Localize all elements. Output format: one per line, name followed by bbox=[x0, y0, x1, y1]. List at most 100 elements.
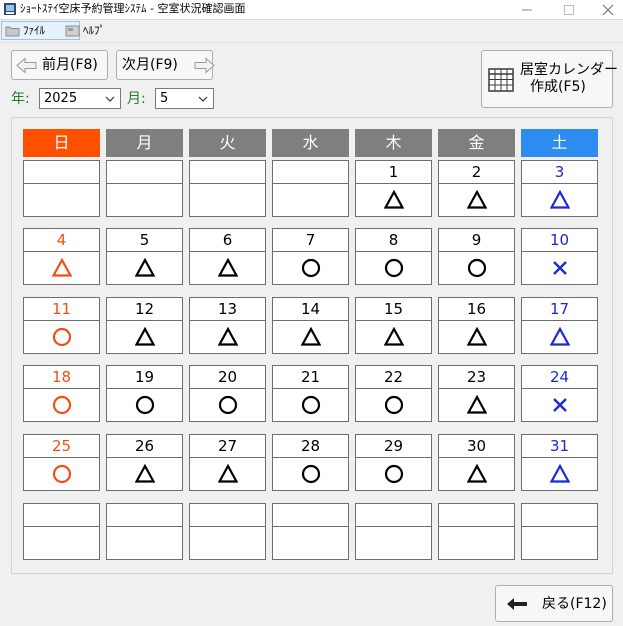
day-number: 5 bbox=[107, 229, 182, 252]
calendar-day-cell[interactable]: 11 bbox=[23, 297, 100, 354]
triangle-icon bbox=[467, 327, 487, 346]
availability-status bbox=[439, 252, 514, 284]
day-number: 4 bbox=[24, 229, 99, 252]
calendar-day-cell[interactable]: 24 bbox=[521, 365, 598, 422]
arrow-back-icon bbox=[507, 598, 527, 610]
calendar-day-cell[interactable]: 1 bbox=[355, 160, 432, 217]
calendar-day-cell[interactable]: 9 bbox=[438, 228, 515, 285]
cross-icon bbox=[553, 261, 567, 275]
calendar-day-cell[interactable]: 30 bbox=[438, 434, 515, 491]
triangle-icon bbox=[218, 464, 238, 483]
maximize-button[interactable] bbox=[549, 0, 589, 19]
menu-help[interactable]: ﾍﾙﾌﾟ bbox=[62, 22, 137, 39]
month-select[interactable]: 5 bbox=[155, 88, 214, 109]
calendar-day-cell[interactable]: 15 bbox=[355, 297, 432, 354]
day-number: 20 bbox=[190, 366, 265, 389]
minimize-button[interactable] bbox=[507, 0, 547, 19]
availability-status bbox=[522, 458, 597, 490]
calendar-day-cell[interactable] bbox=[189, 160, 266, 217]
calendar-day-cell[interactable] bbox=[189, 503, 266, 560]
day-number bbox=[273, 161, 348, 184]
menu-file-label: ﾌｧｲﾙ bbox=[23, 24, 45, 37]
calendar-day-cell[interactable] bbox=[106, 503, 183, 560]
maximize-icon bbox=[564, 5, 574, 15]
day-number bbox=[190, 504, 265, 527]
calendar-day-cell[interactable]: 20 bbox=[189, 365, 266, 422]
create-room-calendar-button[interactable]: 居室カレンダー 作成(F5) bbox=[481, 50, 618, 108]
availability-status bbox=[439, 184, 514, 216]
triangle-icon bbox=[52, 258, 72, 277]
calendar-day-cell[interactable]: 16 bbox=[438, 297, 515, 354]
triangle-icon bbox=[218, 327, 238, 346]
arrow-left-icon bbox=[16, 57, 37, 74]
triangle-icon bbox=[218, 258, 238, 277]
calendar-day-cell[interactable] bbox=[521, 503, 598, 560]
availability-status bbox=[190, 252, 265, 284]
availability-status bbox=[24, 389, 99, 421]
prev-month-button[interactable]: 前月(F8) bbox=[11, 50, 108, 80]
calendar-day-cell[interactable]: 31 bbox=[521, 434, 598, 491]
availability-status bbox=[107, 321, 182, 353]
calendar-day-cell[interactable]: 29 bbox=[355, 434, 432, 491]
calendar-day-cell[interactable]: 18 bbox=[23, 365, 100, 422]
calendar-day-cell[interactable]: 25 bbox=[23, 434, 100, 491]
back-button[interactable]: 戻る(F12) bbox=[495, 585, 613, 622]
availability-status bbox=[439, 458, 514, 490]
availability-status bbox=[273, 458, 348, 490]
calendar-day-cell[interactable]: 17 bbox=[521, 297, 598, 354]
calendar-day-cell[interactable]: 26 bbox=[106, 434, 183, 491]
circle-icon bbox=[218, 395, 238, 415]
calendar-day-cell[interactable]: 3 bbox=[521, 160, 598, 217]
weekday-header: 水 bbox=[272, 129, 349, 157]
calendar-day-cell[interactable]: 6 bbox=[189, 228, 266, 285]
day-number: 13 bbox=[190, 298, 265, 321]
weekday-header: 月 bbox=[106, 129, 183, 157]
day-number bbox=[190, 161, 265, 184]
calendar-day-cell[interactable]: 5 bbox=[106, 228, 183, 285]
calendar-day-cell[interactable] bbox=[106, 160, 183, 217]
calendar-day-cell[interactable]: 7 bbox=[272, 228, 349, 285]
create-calendar-label-line1: 居室カレンダー bbox=[520, 62, 618, 78]
calendar-day-cell[interactable]: 8 bbox=[355, 228, 432, 285]
circle-icon bbox=[301, 258, 321, 278]
day-number: 7 bbox=[273, 229, 348, 252]
availability-status bbox=[273, 389, 348, 421]
calendar-day-cell[interactable] bbox=[272, 503, 349, 560]
help-icon bbox=[65, 25, 80, 37]
day-number: 10 bbox=[522, 229, 597, 252]
year-select[interactable]: 2025 bbox=[39, 88, 121, 109]
next-month-button[interactable]: 次月(F9) bbox=[116, 50, 215, 80]
calendar-day-cell[interactable]: 19 bbox=[106, 365, 183, 422]
close-button[interactable] bbox=[588, 0, 623, 19]
calendar-day-cell[interactable]: 28 bbox=[272, 434, 349, 491]
calendar-day-cell[interactable]: 2 bbox=[438, 160, 515, 217]
calendar-day-cell[interactable]: 27 bbox=[189, 434, 266, 491]
window-title: ｼｮｰﾄｽﾃｲ空床予約管理ｼｽﾃﾑ - 空室状況確認画面 bbox=[20, 2, 246, 15]
calendar-day-cell[interactable]: 12 bbox=[106, 297, 183, 354]
availability-status bbox=[24, 321, 99, 353]
calendar-day-cell[interactable]: 4 bbox=[23, 228, 100, 285]
create-calendar-label-line2: 作成(F5) bbox=[530, 79, 586, 95]
circle-icon bbox=[52, 464, 72, 484]
calendar-day-cell[interactable] bbox=[438, 503, 515, 560]
calendar-day-cell[interactable] bbox=[23, 160, 100, 217]
calendar-day-cell[interactable]: 21 bbox=[272, 365, 349, 422]
calendar-day-cell[interactable]: 13 bbox=[189, 297, 266, 354]
calendar-day-cell[interactable]: 14 bbox=[272, 297, 349, 354]
calendar-day-cell[interactable] bbox=[23, 503, 100, 560]
circle-icon bbox=[52, 395, 72, 415]
day-number: 2 bbox=[439, 161, 514, 184]
availability-status bbox=[356, 527, 431, 559]
calendar-day-cell[interactable]: 22 bbox=[355, 365, 432, 422]
weekday-header: 木 bbox=[355, 129, 432, 157]
day-number: 21 bbox=[273, 366, 348, 389]
chevron-down-icon bbox=[105, 96, 115, 102]
availability-status bbox=[190, 184, 265, 216]
calendar-day-cell[interactable]: 10 bbox=[521, 228, 598, 285]
day-number: 16 bbox=[439, 298, 514, 321]
calendar-day-cell[interactable] bbox=[272, 160, 349, 217]
calendar-day-cell[interactable]: 23 bbox=[438, 365, 515, 422]
calendar-day-cell[interactable] bbox=[355, 503, 432, 560]
availability-status bbox=[356, 458, 431, 490]
day-number: 6 bbox=[190, 229, 265, 252]
